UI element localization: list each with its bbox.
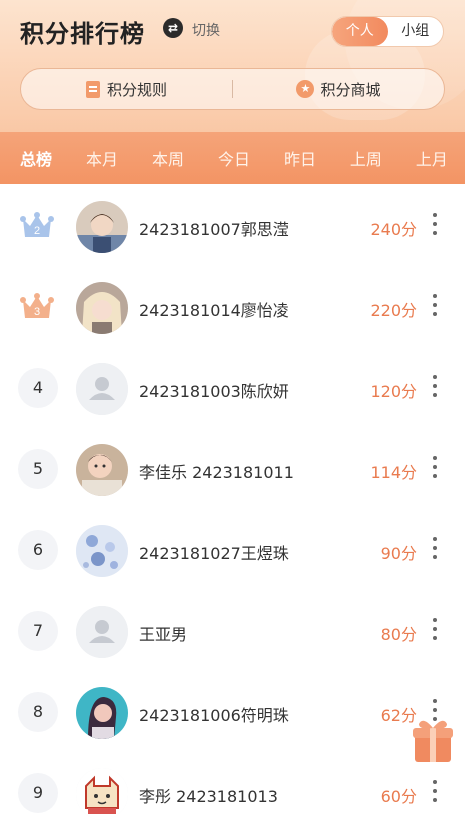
silver-crown-icon: 2 <box>20 212 54 237</box>
user-name: 李彤 2423181013 <box>139 787 278 806</box>
more-options-icon[interactable] <box>430 618 440 644</box>
list-item[interactable]: 9 李彤 2423181013 60分 <box>0 753 465 831</box>
score: 80分 <box>380 625 417 644</box>
user-name: 2423181027王煜珠 <box>139 544 289 563</box>
gift-icon[interactable] <box>411 716 455 764</box>
shop-label: 积分商城 <box>320 80 381 99</box>
avatar[interactable] <box>76 687 128 739</box>
score: 114分 <box>370 463 417 482</box>
more-options-icon[interactable] <box>430 294 440 320</box>
rules-button[interactable]: 积分规则 <box>21 79 232 100</box>
segment-individual[interactable]: 个人 <box>332 17 388 46</box>
svg-text:3: 3 <box>34 306 40 318</box>
rank-number: 6 <box>18 530 58 570</box>
avatar[interactable] <box>76 525 128 577</box>
user-name: 李佳乐 2423181011 <box>139 463 294 482</box>
rules-label: 积分规则 <box>106 80 167 99</box>
tab-this-month[interactable]: 本月 <box>86 146 118 170</box>
more-options-icon[interactable] <box>430 456 440 482</box>
more-options-icon[interactable] <box>430 213 440 239</box>
star-icon: ★ <box>296 80 315 98</box>
rank-number: 4 <box>18 368 58 408</box>
avatar[interactable] <box>76 201 128 253</box>
score: 90分 <box>380 544 417 563</box>
list-item[interactable]: 7 王亚男 80分 <box>0 591 465 672</box>
score: 60分 <box>380 787 417 806</box>
user-name: 2423181007郭思滢 <box>139 220 289 239</box>
list-item[interactable]: 5 李佳乐 2423181011 114分 <box>0 429 465 510</box>
user-name: 2423181014廖怡凌 <box>139 301 289 320</box>
list-item[interactable]: 3 2423181014廖怡凌 220分 <box>0 267 465 348</box>
tab-last-week[interactable]: 上周 <box>350 146 382 170</box>
rank-number: 9 <box>18 773 58 813</box>
rank-number: 7 <box>18 611 58 651</box>
list-item[interactable]: 4 2423181003陈欣妍 120分 <box>0 348 465 429</box>
tab-total[interactable]: 总榜 <box>20 146 52 170</box>
list-item[interactable]: 2 2423181007郭思滢 240分 <box>0 186 465 267</box>
score: 120分 <box>370 382 417 401</box>
user-name: 王亚男 <box>139 625 188 644</box>
score: 240分 <box>370 220 417 239</box>
score: 220分 <box>370 301 417 320</box>
bronze-crown-icon: 3 <box>20 293 54 318</box>
period-tabs: 总榜 本月 本周 今日 昨日 上周 上月 <box>0 132 465 184</box>
list-item[interactable]: 8 2423181006符明珠 62分 <box>0 672 465 753</box>
default-person-icon <box>76 363 128 415</box>
tab-this-week[interactable]: 本周 <box>152 146 184 170</box>
more-options-icon[interactable] <box>430 375 440 401</box>
more-options-icon[interactable] <box>430 780 440 806</box>
avatar[interactable] <box>76 363 128 415</box>
more-options-icon[interactable] <box>430 537 440 563</box>
rank-number: 8 <box>18 692 58 732</box>
switch-icon[interactable]: ⇄ <box>163 18 183 38</box>
list-item[interactable]: 6 2423181027王煜珠 90分 <box>0 510 465 591</box>
avatar[interactable] <box>76 606 128 658</box>
avatar[interactable] <box>76 444 128 496</box>
tab-today[interactable]: 今日 <box>218 146 250 170</box>
header: 积分排行榜 ⇄ 切换 个人 小组 积分规则 ★ 积分商城 <box>0 0 465 132</box>
tab-yesterday[interactable]: 昨日 <box>284 146 316 170</box>
user-name: 2423181006符明珠 <box>139 706 289 725</box>
shop-button[interactable]: ★ 积分商城 <box>233 79 444 100</box>
rules-shop-bar: 积分规则 ★ 积分商城 <box>20 68 445 110</box>
switch-label[interactable]: 切换 <box>192 20 220 40</box>
rank-number: 5 <box>18 449 58 489</box>
individual-group-toggle[interactable]: 个人 小组 <box>331 16 444 47</box>
document-icon <box>85 80 100 98</box>
avatar[interactable] <box>76 282 128 334</box>
tab-last-month[interactable]: 上月 <box>416 146 448 170</box>
default-person-icon <box>76 606 128 658</box>
user-name: 2423181003陈欣妍 <box>139 382 289 401</box>
page-title: 积分排行榜 <box>20 20 145 48</box>
segment-group[interactable]: 小组 <box>388 17 444 46</box>
avatar[interactable] <box>76 768 128 820</box>
svg-text:2: 2 <box>34 225 40 237</box>
